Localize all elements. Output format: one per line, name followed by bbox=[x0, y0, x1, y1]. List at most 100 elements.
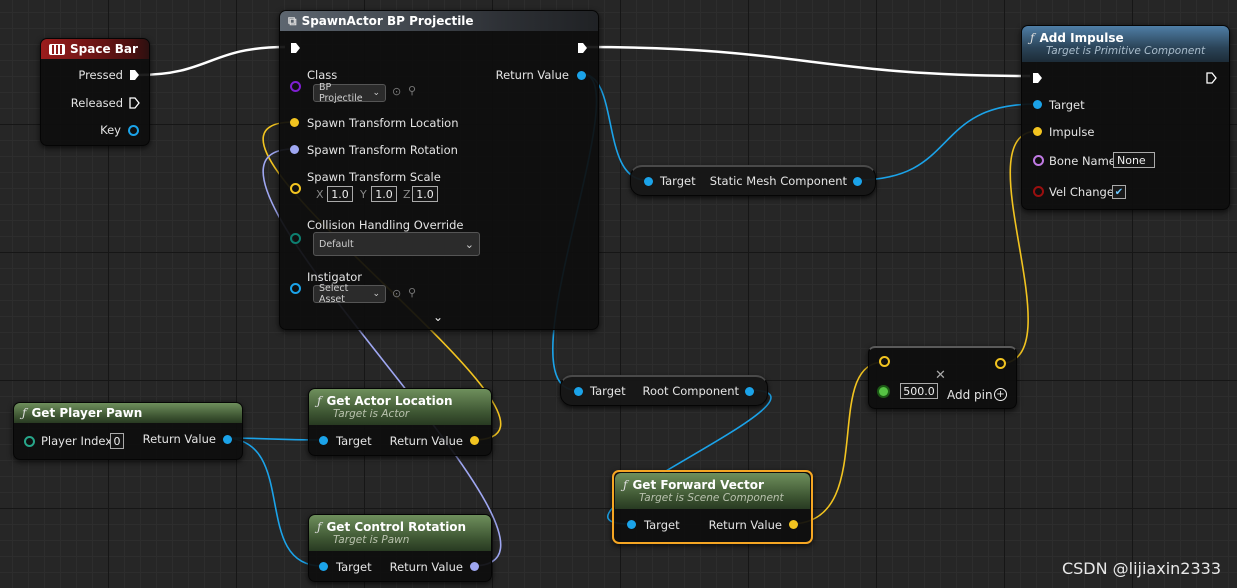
get-control-rotation-title: Get Control Rotation bbox=[326, 520, 467, 534]
spawn-actor-title: SpawnActor BP Projectile bbox=[301, 14, 474, 28]
instigator-pin[interactable] bbox=[290, 283, 301, 294]
forward-target-pin[interactable] bbox=[627, 520, 636, 529]
static-mesh-output-pin[interactable] bbox=[853, 177, 862, 186]
pressed-exec-pin[interactable] bbox=[129, 69, 140, 81]
class-label: Class bbox=[307, 68, 338, 82]
get-forward-vector-header[interactable]: ƒ Get Forward Vector Target is Scene Comp… bbox=[615, 473, 810, 509]
vel-change-checkbox[interactable]: ✔ bbox=[1112, 185, 1126, 199]
get-forward-vector-node[interactable]: ƒ Get Forward Vector Target is Scene Comp… bbox=[612, 470, 813, 544]
multiply-output-pin[interactable] bbox=[995, 358, 1006, 369]
actorloc-return-pin[interactable] bbox=[470, 436, 479, 445]
key-label: Key bbox=[100, 123, 121, 137]
impulse-label: Impulse bbox=[1049, 125, 1095, 139]
space-bar-title: Space Bar bbox=[70, 42, 138, 56]
collision-dropdown[interactable]: Default ⌄ bbox=[313, 232, 480, 256]
get-control-rotation-subtitle: Target is Pawn bbox=[333, 534, 410, 546]
chevron-down-icon: ⌄ bbox=[372, 289, 380, 299]
root-target-label: Target bbox=[590, 384, 626, 398]
wire-staticmesh-to-impulse-target bbox=[856, 103, 1037, 181]
pawn-return-pin[interactable] bbox=[223, 435, 232, 444]
collision-pin[interactable] bbox=[290, 233, 301, 244]
spawn-actor-node[interactable]: ⧉ SpawnActor BP Projectile Class BP Proj… bbox=[279, 10, 599, 330]
impulse-target-pin[interactable] bbox=[1033, 100, 1042, 109]
add-impulse-title: Add Impulse bbox=[1039, 31, 1124, 45]
exec-wire-pressed-to-spawn bbox=[137, 45, 286, 77]
add-pin-label[interactable]: Add pin bbox=[947, 388, 993, 402]
spawn-return-value-pin[interactable] bbox=[577, 71, 586, 80]
scale-y-field[interactable]: 1.0 bbox=[371, 186, 397, 202]
expand-advanced-chevron-icon[interactable]: ⌄ bbox=[433, 310, 443, 324]
function-icon: ƒ bbox=[22, 406, 27, 420]
static-mesh-target-pin[interactable] bbox=[644, 177, 653, 186]
spawn-exec-out-pin[interactable] bbox=[577, 42, 588, 54]
player-index-pin[interactable] bbox=[24, 436, 35, 447]
remove-pin-icon[interactable]: ✕ bbox=[935, 368, 946, 383]
add-pin-icon[interactable]: + bbox=[994, 388, 1007, 401]
key-struct-pin[interactable] bbox=[128, 125, 139, 136]
function-icon: ƒ bbox=[317, 520, 322, 534]
get-control-rotation-header[interactable]: ƒ Get Control Rotation Target is Pawn bbox=[309, 515, 491, 551]
scale-z-field[interactable]: 1.0 bbox=[412, 186, 438, 202]
actorloc-return-label: Return Value bbox=[389, 434, 463, 448]
multiply-input-a-pin[interactable] bbox=[879, 356, 890, 367]
impulse-exec-out-pin[interactable] bbox=[1206, 72, 1217, 84]
class-dropdown[interactable]: BP Projectile ⌄ bbox=[313, 82, 386, 104]
checkmark-icon: ✔ bbox=[1114, 186, 1124, 198]
collision-label: Collision Handling Override bbox=[307, 218, 464, 232]
get-player-pawn-node[interactable]: ƒ Get Player Pawn Player Index 0 Return … bbox=[13, 402, 243, 460]
add-impulse-node[interactable]: ƒ Add Impulse Target is Primitive Compone… bbox=[1021, 25, 1230, 210]
impulse-vector-pin[interactable] bbox=[1033, 127, 1042, 136]
multiply-input-b-pin[interactable] bbox=[879, 387, 888, 396]
pawn-return-label: Return Value bbox=[142, 432, 216, 446]
get-actor-location-header[interactable]: ƒ Get Actor Location Target is Actor bbox=[309, 389, 491, 425]
impulse-exec-in-pin[interactable] bbox=[1032, 72, 1043, 84]
browse-arrow-icon[interactable]: ⊙ bbox=[392, 85, 401, 98]
bone-name-field[interactable]: None bbox=[1113, 152, 1155, 168]
search-icon[interactable]: ⚲ bbox=[408, 84, 416, 97]
space-bar-header[interactable]: Space Bar bbox=[41, 39, 149, 59]
controlrot-target-pin[interactable] bbox=[319, 562, 328, 571]
instigator-dropdown[interactable]: Select Asset ⌄ bbox=[313, 283, 386, 305]
multiply-node[interactable]: ✕ 500.0 Add pin + bbox=[868, 346, 1017, 409]
search-icon[interactable]: ⚲ bbox=[408, 286, 416, 299]
browse-arrow-icon[interactable]: ⊙ bbox=[392, 287, 401, 300]
add-impulse-header[interactable]: ƒ Add Impulse Target is Primitive Compone… bbox=[1022, 26, 1229, 62]
released-exec-pin[interactable] bbox=[129, 97, 140, 109]
spawn-location-pin[interactable] bbox=[290, 118, 299, 127]
impulse-target-label: Target bbox=[1049, 98, 1085, 112]
bone-name-pin[interactable] bbox=[1033, 155, 1044, 166]
root-component-node[interactable]: Target Root Component bbox=[560, 375, 768, 406]
scale-x-field[interactable]: 1.0 bbox=[327, 186, 353, 202]
get-forward-vector-subtitle: Target is Scene Component bbox=[639, 492, 784, 504]
space-bar-event-node[interactable]: Space Bar Pressed Released Key bbox=[40, 38, 150, 146]
root-output-pin[interactable] bbox=[745, 387, 754, 396]
vel-change-pin[interactable] bbox=[1033, 186, 1044, 197]
get-player-pawn-header[interactable]: ƒ Get Player Pawn bbox=[14, 403, 242, 423]
function-icon: ƒ bbox=[317, 394, 322, 408]
bone-name-label: Bone Name bbox=[1049, 154, 1116, 168]
class-pin[interactable] bbox=[290, 81, 301, 92]
controlrot-return-label: Return Value bbox=[389, 560, 463, 574]
actorloc-target-pin[interactable] bbox=[319, 436, 328, 445]
root-target-pin[interactable] bbox=[574, 387, 583, 396]
instigator-dropdown-value: Select Asset bbox=[319, 283, 349, 305]
get-player-pawn-title: Get Player Pawn bbox=[31, 406, 143, 420]
released-label: Released bbox=[70, 96, 123, 110]
static-mesh-component-node[interactable]: Target Static Mesh Component bbox=[630, 165, 876, 196]
spawn-actor-header[interactable]: ⧉ SpawnActor BP Projectile bbox=[280, 11, 598, 31]
spawn-rotation-pin[interactable] bbox=[290, 145, 299, 154]
multiply-value-field[interactable]: 500.0 bbox=[900, 383, 938, 399]
forward-return-pin[interactable] bbox=[789, 520, 798, 529]
get-actor-location-title: Get Actor Location bbox=[326, 394, 453, 408]
player-index-label: Player Index bbox=[41, 434, 113, 448]
vel-change-label: Vel Change bbox=[1049, 185, 1114, 199]
player-index-field[interactable]: 0 bbox=[110, 433, 124, 449]
spawn-exec-in-pin[interactable] bbox=[290, 42, 301, 54]
class-dropdown-value: BP Projectile bbox=[319, 82, 363, 104]
get-actor-location-node[interactable]: ƒ Get Actor Location Target is Actor Targ… bbox=[308, 388, 492, 456]
spawn-scale-pin[interactable] bbox=[290, 183, 301, 194]
spawn-scale-label: Spawn Transform Scale bbox=[307, 170, 441, 184]
get-control-rotation-node[interactable]: ƒ Get Control Rotation Target is Pawn Tar… bbox=[308, 514, 492, 582]
controlrot-return-pin[interactable] bbox=[470, 562, 479, 571]
get-forward-vector-title: Get Forward Vector bbox=[632, 478, 764, 492]
